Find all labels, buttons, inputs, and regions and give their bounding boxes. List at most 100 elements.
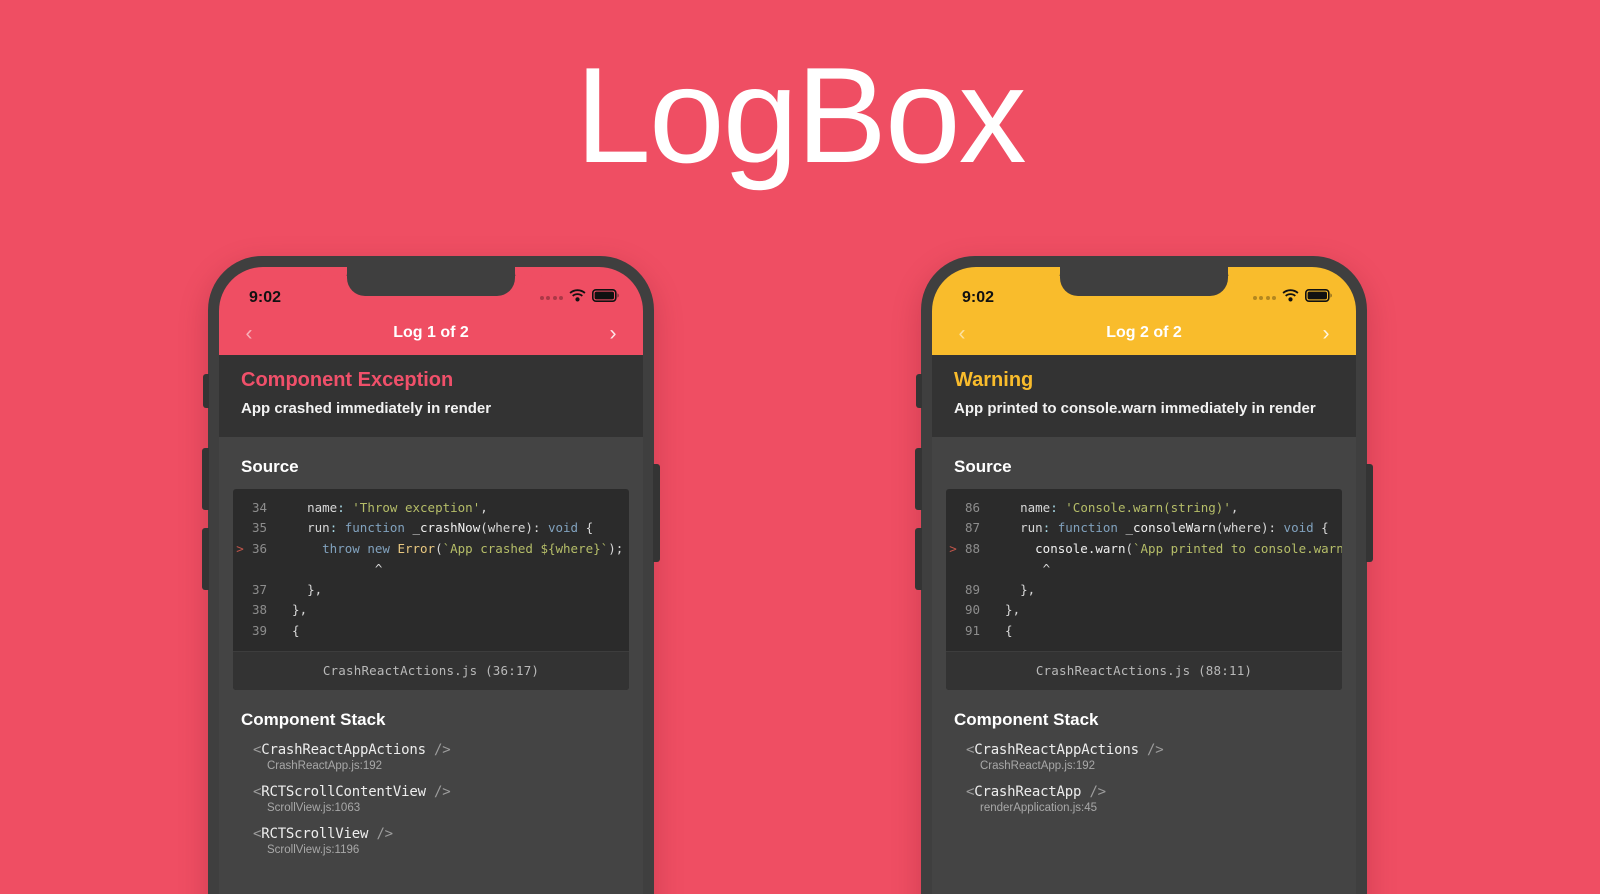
- code-line-number: 36: [251, 540, 267, 556]
- code-file-label[interactable]: CrashReactActions.js (88:11): [946, 651, 1342, 691]
- code-line-number: 89: [964, 581, 980, 597]
- volume-up-button[interactable]: [202, 448, 209, 510]
- stack-item-location: ScrollView.js:1196: [267, 844, 360, 857]
- log-message: App printed to console.warn immediately …: [954, 400, 1316, 417]
- log-header: Warning App printed to console.warn imme…: [932, 355, 1356, 437]
- phone-screen: 9:02: [932, 267, 1356, 894]
- notch-corner-left: [1042, 267, 1051, 276]
- power-button[interactable]: [1366, 464, 1373, 562]
- status-bar-clock: 9:02: [962, 289, 995, 306]
- code-line: >36 throw new Error(`App crashed ${where…: [233, 539, 629, 560]
- component-stack-section-title: Component Stack: [954, 710, 1099, 730]
- code-line: 39 {: [233, 621, 629, 642]
- status-bar-clock: 9:02: [249, 289, 282, 306]
- code-line-number: 86: [964, 499, 980, 515]
- stack-item[interactable]: <RCTScrollContentView /> ScrollView.js:10…: [241, 784, 621, 814]
- device-notch: [1051, 267, 1237, 296]
- wifi-icon: [1282, 289, 1299, 307]
- source-code-block[interactable]: 86 name: 'Console.warn(string)', 87 run: …: [946, 488, 1342, 691]
- phone-device-right: 9:02 ‹ Log 2 of 2 › Warning App printed …: [915, 256, 1373, 894]
- code-line-text: run: function _consoleWarn(where): void …: [1020, 520, 1329, 536]
- log-navbar: ‹ Log 1 of 2 ›: [219, 311, 643, 355]
- log-title: Component Exception: [241, 369, 454, 391]
- volume-up-button[interactable]: [915, 448, 922, 510]
- status-bar-indicators: [539, 289, 622, 307]
- stack-item[interactable]: <CrashReactAppActions /> CrashReactApp.js…: [241, 742, 621, 772]
- code-line: 35 run: function _crashNow(where): void …: [233, 518, 629, 539]
- code-line: 86 name: 'Console.warn(string)',: [946, 498, 1342, 519]
- stack-item-location: ScrollView.js:1063: [267, 802, 361, 815]
- log-title: Warning: [954, 369, 1034, 391]
- chevron-right-icon[interactable]: ›: [601, 323, 625, 344]
- battery-icon: [1305, 289, 1332, 307]
- status-bar: 9:02: [932, 267, 1356, 311]
- code-line-number: 34: [251, 499, 267, 515]
- component-stack-list: <CrashReactAppActions /> CrashReactApp.js…: [219, 742, 643, 856]
- code-line: 37 },: [233, 580, 629, 601]
- log-body: Source 34 name: 'Throw exception', 35 run…: [219, 436, 643, 894]
- status-bar: 9:02: [219, 267, 643, 311]
- stack-item-name: <CrashReactApp />: [966, 784, 1106, 801]
- silent-switch-button[interactable]: [916, 374, 922, 408]
- code-line-number: 87: [964, 520, 980, 536]
- phone-device-left: 9:02 ‹ Log 1 of 2 › Component Exception …: [202, 256, 660, 894]
- code-lines: 34 name: 'Throw exception', 35 run: funct…: [233, 489, 629, 652]
- code-line-number: 91: [964, 622, 980, 638]
- status-bar-indicators: [1252, 289, 1335, 307]
- code-line-text: name: 'Console.warn(string)',: [1020, 499, 1239, 515]
- code-line-text: {: [990, 622, 1013, 638]
- stack-item[interactable]: <RCTScrollView /> ScrollView.js:1196: [241, 826, 621, 856]
- notch-corner-right: [524, 267, 533, 276]
- code-line-number: 88: [964, 540, 980, 556]
- code-line-text: },: [990, 602, 1021, 618]
- stack-item[interactable]: <CrashReactApp /> renderApplication.js:45: [954, 784, 1334, 814]
- stack-item-name: <CrashReactAppActions />: [966, 742, 1164, 759]
- source-code-block[interactable]: 34 name: 'Throw exception', 35 run: funct…: [233, 488, 629, 691]
- code-lines: 86 name: 'Console.warn(string)', 87 run: …: [946, 489, 1342, 652]
- component-stack-section-title: Component Stack: [241, 710, 386, 730]
- navbar-title: Log 1 of 2: [393, 324, 469, 341]
- chevron-left-icon[interactable]: ‹: [950, 323, 974, 344]
- code-line: 38 },: [233, 600, 629, 621]
- volume-down-button[interactable]: [915, 528, 922, 590]
- code-line-number: 90: [964, 602, 980, 618]
- code-line-text: run: function _crashNow(where): void {: [307, 520, 594, 536]
- code-line-number: 37: [251, 581, 267, 597]
- component-stack-list: <CrashReactAppActions /> CrashReactApp.js…: [932, 742, 1356, 814]
- phone-screen: 9:02: [219, 267, 643, 894]
- log-navbar: ‹ Log 2 of 2 ›: [932, 311, 1356, 355]
- stack-item[interactable]: <CrashReactAppActions /> CrashReactApp.js…: [954, 742, 1334, 772]
- code-line: 90 },: [946, 600, 1342, 621]
- chevron-right-icon[interactable]: ›: [1314, 323, 1338, 344]
- code-line: ^: [946, 559, 1342, 580]
- code-line-text: },: [277, 602, 308, 618]
- code-line: 87 run: function _consoleWarn(where): vo…: [946, 518, 1342, 539]
- signal-dots-icon: [1252, 296, 1276, 300]
- phones-stage: 9:02 ‹ Log 1 of 2 › Component Exception …: [0, 0, 1600, 894]
- stack-item-name: <CrashReactAppActions />: [253, 742, 451, 759]
- code-line-number: 35: [251, 520, 267, 536]
- power-button[interactable]: [653, 464, 660, 562]
- navbar-title: Log 2 of 2: [1106, 324, 1182, 341]
- code-line-text: {: [277, 622, 300, 638]
- code-line-number: 39: [251, 622, 267, 638]
- code-line: 89 },: [946, 580, 1342, 601]
- stack-item-name: <RCTScrollView />: [253, 826, 393, 843]
- code-line-marker: >: [236, 540, 244, 556]
- code-line-text: console.warn(`App printed to console.war…: [1035, 540, 1342, 556]
- device-notch: [338, 267, 524, 296]
- log-header: Component Exception App crashed immediat…: [219, 355, 643, 437]
- code-line-text: },: [990, 581, 1036, 597]
- silent-switch-button[interactable]: [203, 374, 209, 408]
- code-line-text: name: 'Throw exception',: [307, 499, 488, 515]
- signal-dots-icon: [539, 296, 563, 300]
- volume-down-button[interactable]: [202, 528, 209, 590]
- code-line-text: ^: [277, 561, 383, 577]
- code-line-text: },: [277, 581, 323, 597]
- source-section-title: Source: [954, 456, 1012, 476]
- log-body: Source 86 name: 'Console.warn(string)', 8…: [932, 436, 1356, 894]
- code-file-label[interactable]: CrashReactActions.js (36:17): [233, 651, 629, 691]
- code-line-text: ^: [990, 561, 1051, 577]
- notch-corner-left: [329, 267, 338, 276]
- chevron-left-icon[interactable]: ‹: [237, 323, 261, 344]
